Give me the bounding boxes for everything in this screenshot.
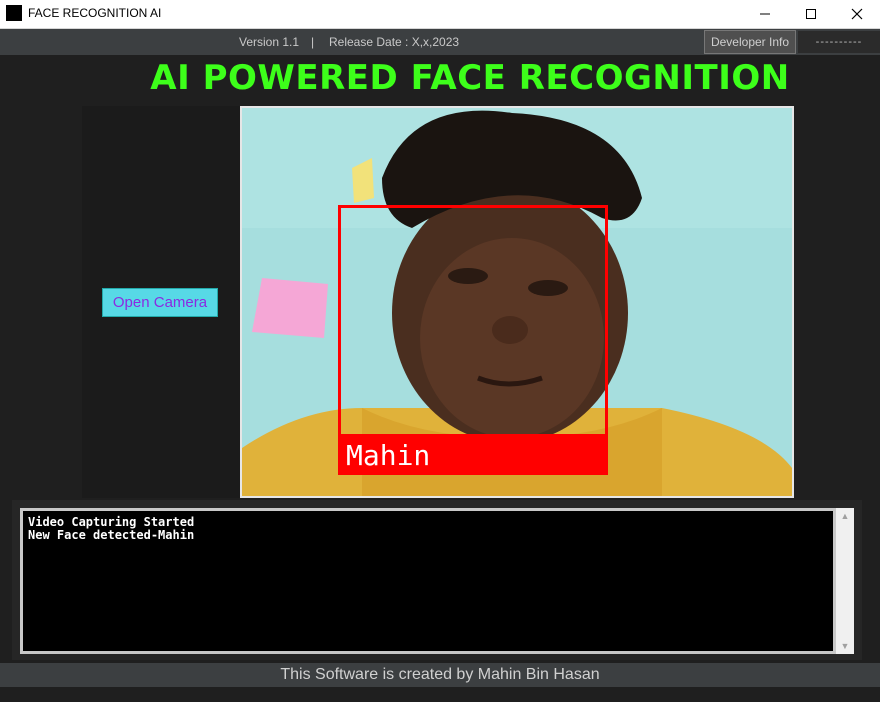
open-camera-button[interactable]: Open Camera xyxy=(102,288,218,317)
minimize-button[interactable] xyxy=(742,0,788,28)
footer-credit: This Software is created by Mahin Bin Ha… xyxy=(0,663,880,687)
log-line: New Face detected-Mahin xyxy=(28,528,195,542)
recognized-name-label: Mahin xyxy=(338,437,608,475)
scroll-up-icon[interactable]: ▲ xyxy=(836,508,854,524)
page-title: AI POWERED FACE RECOGNITION xyxy=(150,58,790,98)
version-label: Version 1.1 xyxy=(239,35,300,49)
log-output[interactable]: Video Capturing Started New Face detecte… xyxy=(20,508,836,654)
scroll-down-icon[interactable]: ▼ xyxy=(836,638,854,654)
close-button[interactable] xyxy=(834,0,880,28)
release-date-label: Release Date : X,x,2023 xyxy=(329,35,460,49)
info-bar: Version 1.1 | Release Date : X,x,2023 De… xyxy=(0,29,880,55)
maximize-button[interactable] xyxy=(788,0,834,28)
window-title: FACE RECOGNITION AI xyxy=(28,6,162,20)
developer-info-button[interactable]: Developer Info xyxy=(704,30,796,54)
maximize-icon xyxy=(806,9,816,19)
title-bar: FACE RECOGNITION AI xyxy=(0,0,880,29)
log-scrollbar[interactable]: ▲ ▼ xyxy=(836,508,854,654)
app-icon xyxy=(6,5,22,21)
minimize-icon xyxy=(760,13,770,15)
close-icon xyxy=(851,8,863,20)
face-detection-box xyxy=(338,205,608,437)
camera-feed: Mahin xyxy=(240,106,794,498)
info-separator: | xyxy=(311,35,315,49)
dashes-field: ---------- xyxy=(798,31,880,53)
